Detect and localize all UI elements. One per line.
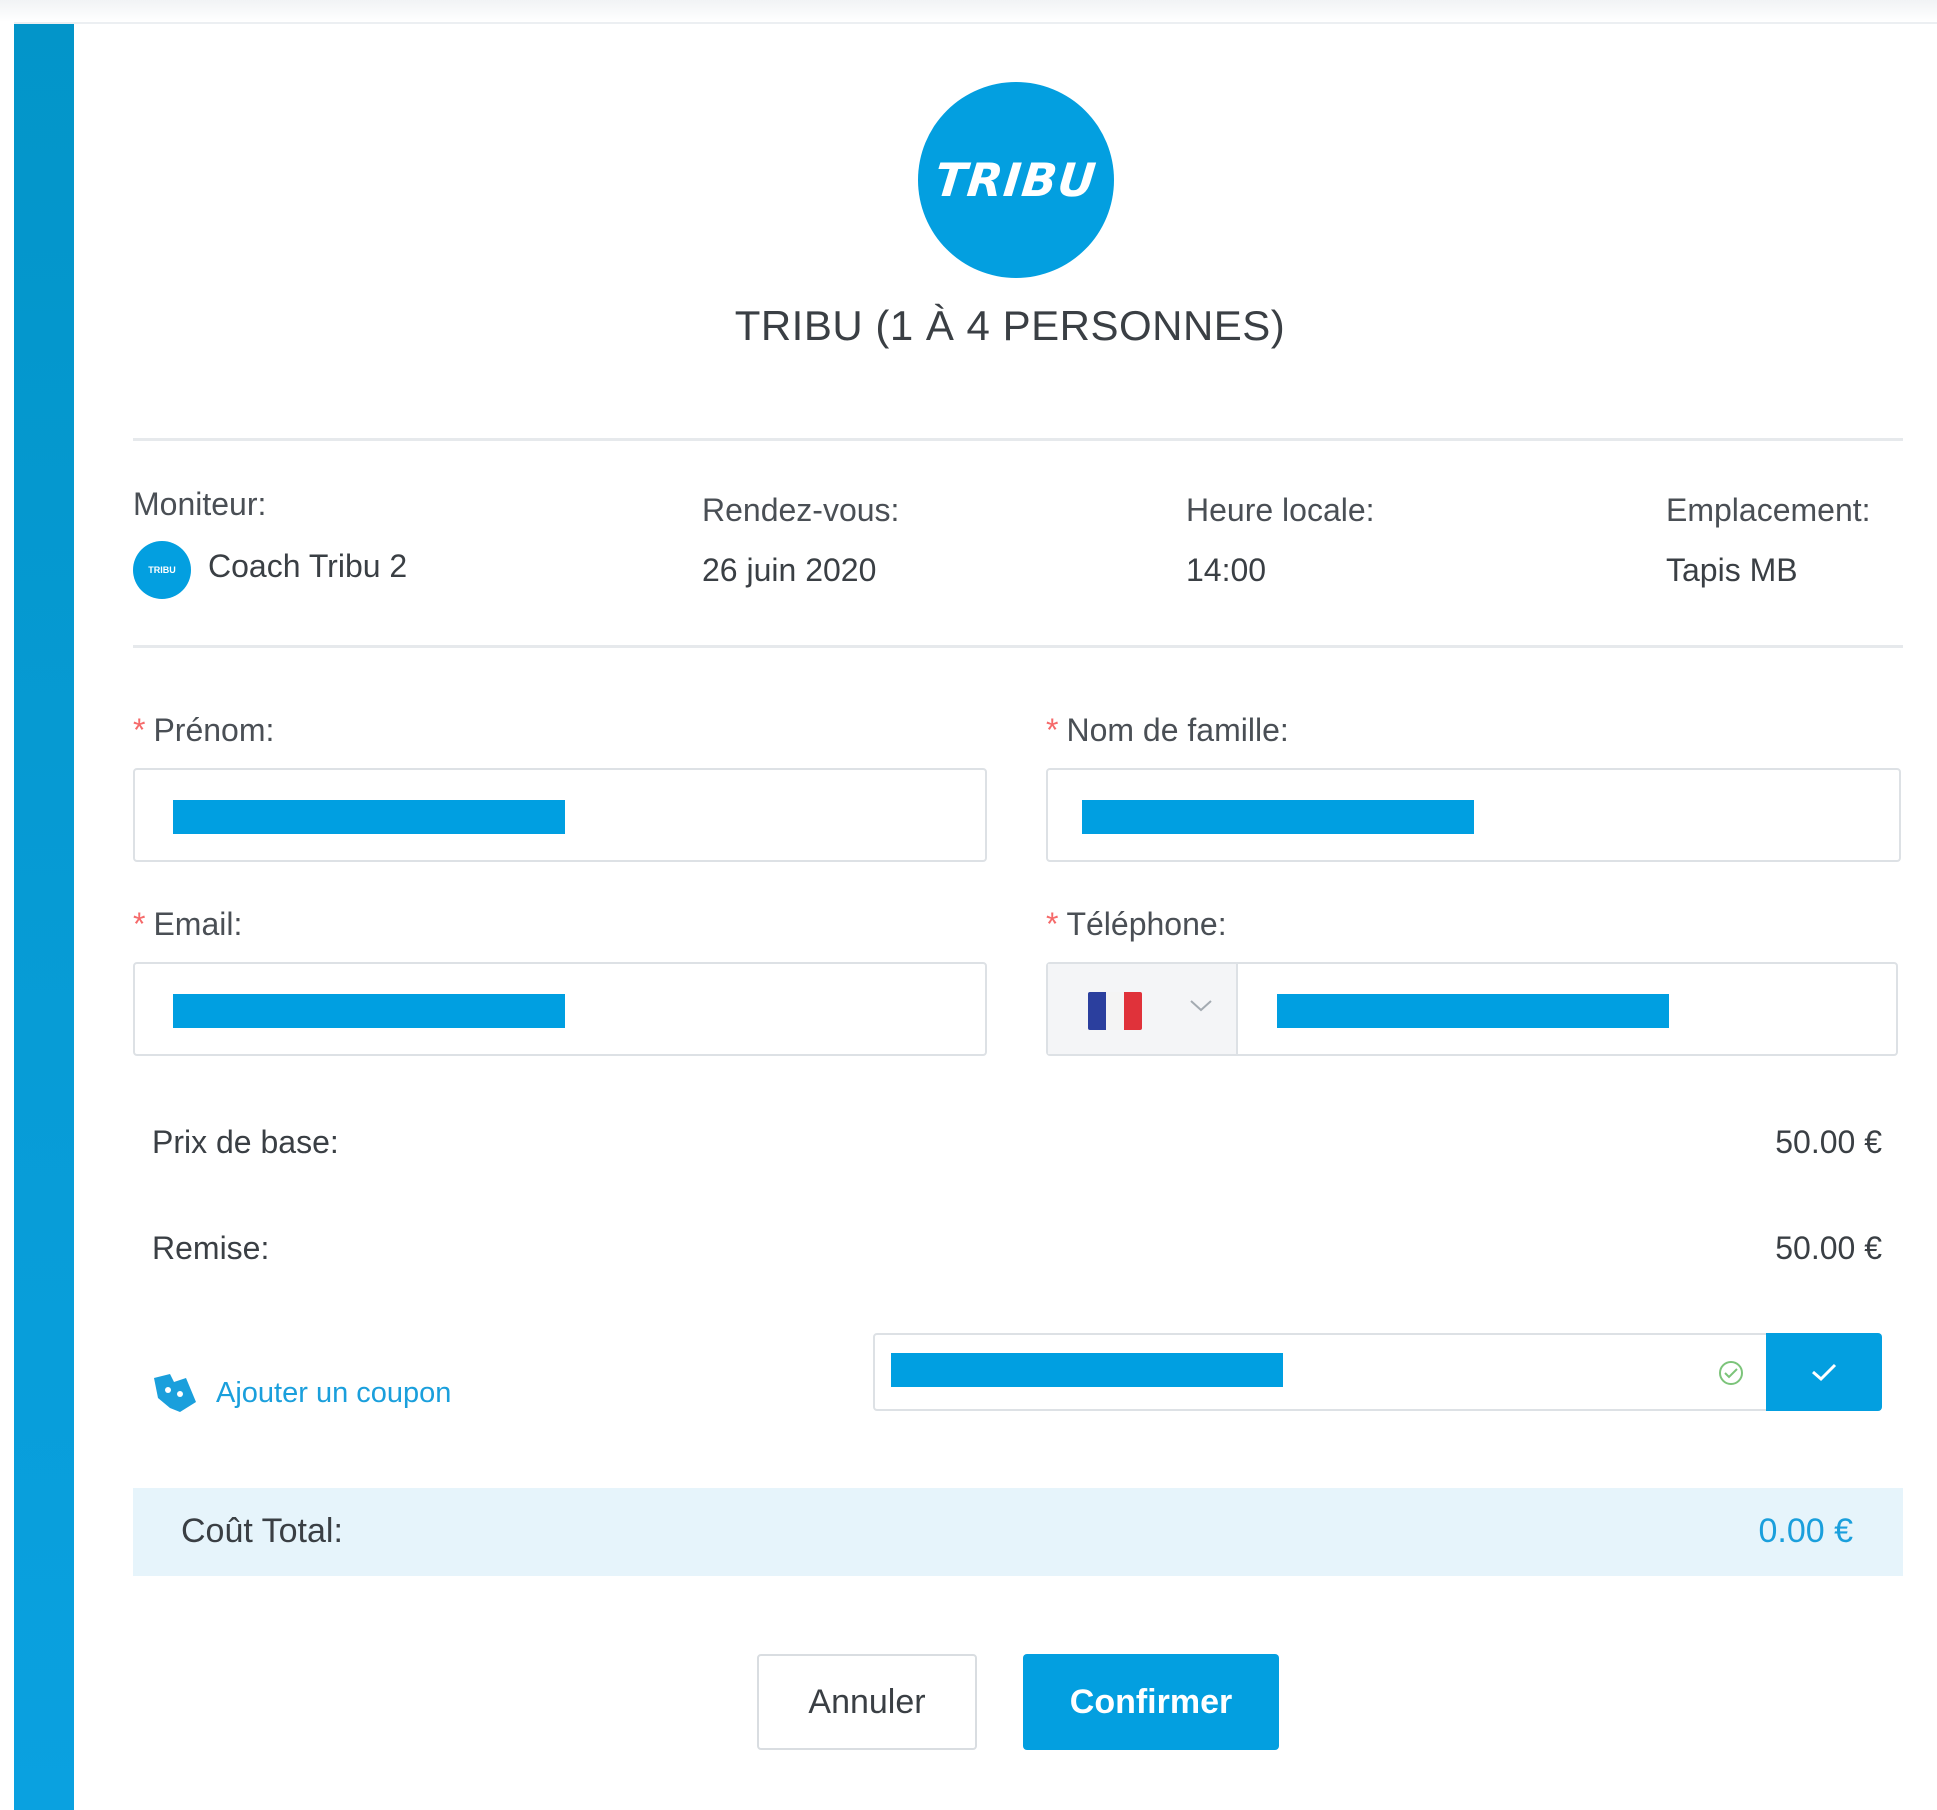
- chevron-down-icon: [1188, 990, 1214, 1021]
- redacted-value: [1082, 800, 1474, 834]
- heure-value: 14:00: [1186, 552, 1267, 588]
- tribu-logo-text: TRIBU: [932, 153, 1100, 207]
- remise-label: Remise:: [152, 1230, 270, 1266]
- email-input[interactable]: [133, 962, 987, 1056]
- checkmark-icon: [1812, 1363, 1837, 1382]
- service-title: TRIBU (1 À 4 PERSONNES): [734, 302, 1286, 349]
- base-price-label: Prix de base:: [152, 1124, 339, 1160]
- required-mark: *: [1046, 906, 1059, 942]
- coach-avatar: TRIBU: [133, 541, 191, 599]
- total-value: 0.00 €: [1758, 1512, 1853, 1550]
- required-mark: *: [133, 712, 146, 748]
- divider-middle: [133, 645, 1903, 648]
- redacted-value: [891, 1353, 1283, 1387]
- remise-value: 50.00 €: [1775, 1230, 1882, 1266]
- top-shadow: [0, 0, 1937, 22]
- card-edge: [14, 22, 1937, 24]
- nom-input[interactable]: [1046, 768, 1901, 862]
- coach-avatar-text: TRIBU: [148, 565, 176, 575]
- add-coupon-text: Ajouter un coupon: [216, 1376, 452, 1409]
- telephone-input[interactable]: [1046, 962, 1898, 1056]
- redacted-value: [173, 994, 565, 1028]
- coupon-input[interactable]: [873, 1333, 1769, 1411]
- moniteur-value: Coach Tribu 2: [208, 548, 408, 584]
- tribu-logo: TRIBU: [918, 82, 1114, 278]
- prenom-label-text: Prénom:: [153, 712, 275, 748]
- add-coupon-link[interactable]: Ajouter un coupon: [150, 1368, 451, 1418]
- prenom-input[interactable]: [133, 768, 987, 862]
- divider-top: [133, 438, 1903, 441]
- left-accent-bar: [14, 24, 74, 1810]
- nom-label-text: Nom de famille:: [1066, 712, 1289, 748]
- apply-coupon-button[interactable]: [1766, 1333, 1882, 1411]
- rdv-value: 26 juin 2020: [702, 552, 877, 588]
- required-mark: *: [133, 906, 146, 942]
- confirm-button[interactable]: Confirmer: [1023, 1654, 1279, 1750]
- telephone-label-text: Téléphone:: [1066, 906, 1227, 942]
- redacted-value: [173, 800, 565, 834]
- email-label: * Email:: [133, 906, 242, 943]
- nom-label: * Nom de famille:: [1046, 712, 1289, 749]
- france-flag-icon: [1088, 992, 1142, 1030]
- heure-label: Heure locale:: [1186, 492, 1375, 528]
- country-selector[interactable]: [1048, 964, 1238, 1054]
- email-label-text: Email:: [153, 906, 243, 942]
- prenom-label: * Prénom:: [133, 712, 274, 749]
- required-mark: *: [1046, 712, 1059, 748]
- emplacement-value: Tapis MB: [1666, 552, 1798, 588]
- base-price-value: 50.00 €: [1775, 1124, 1882, 1160]
- cancel-button[interactable]: Annuler: [757, 1654, 977, 1750]
- coupon-icon: [154, 1374, 196, 1412]
- total-label: Coût Total:: [181, 1512, 343, 1550]
- valid-check-icon: [1719, 1361, 1743, 1385]
- total-bar: Coût Total: 0.00 €: [133, 1488, 1903, 1576]
- rdv-label: Rendez-vous:: [702, 492, 900, 528]
- emplacement-label: Emplacement:: [1666, 492, 1871, 528]
- moniteur-label: Moniteur:: [133, 486, 267, 522]
- telephone-label: * Téléphone:: [1046, 906, 1227, 943]
- redacted-value: [1277, 994, 1669, 1028]
